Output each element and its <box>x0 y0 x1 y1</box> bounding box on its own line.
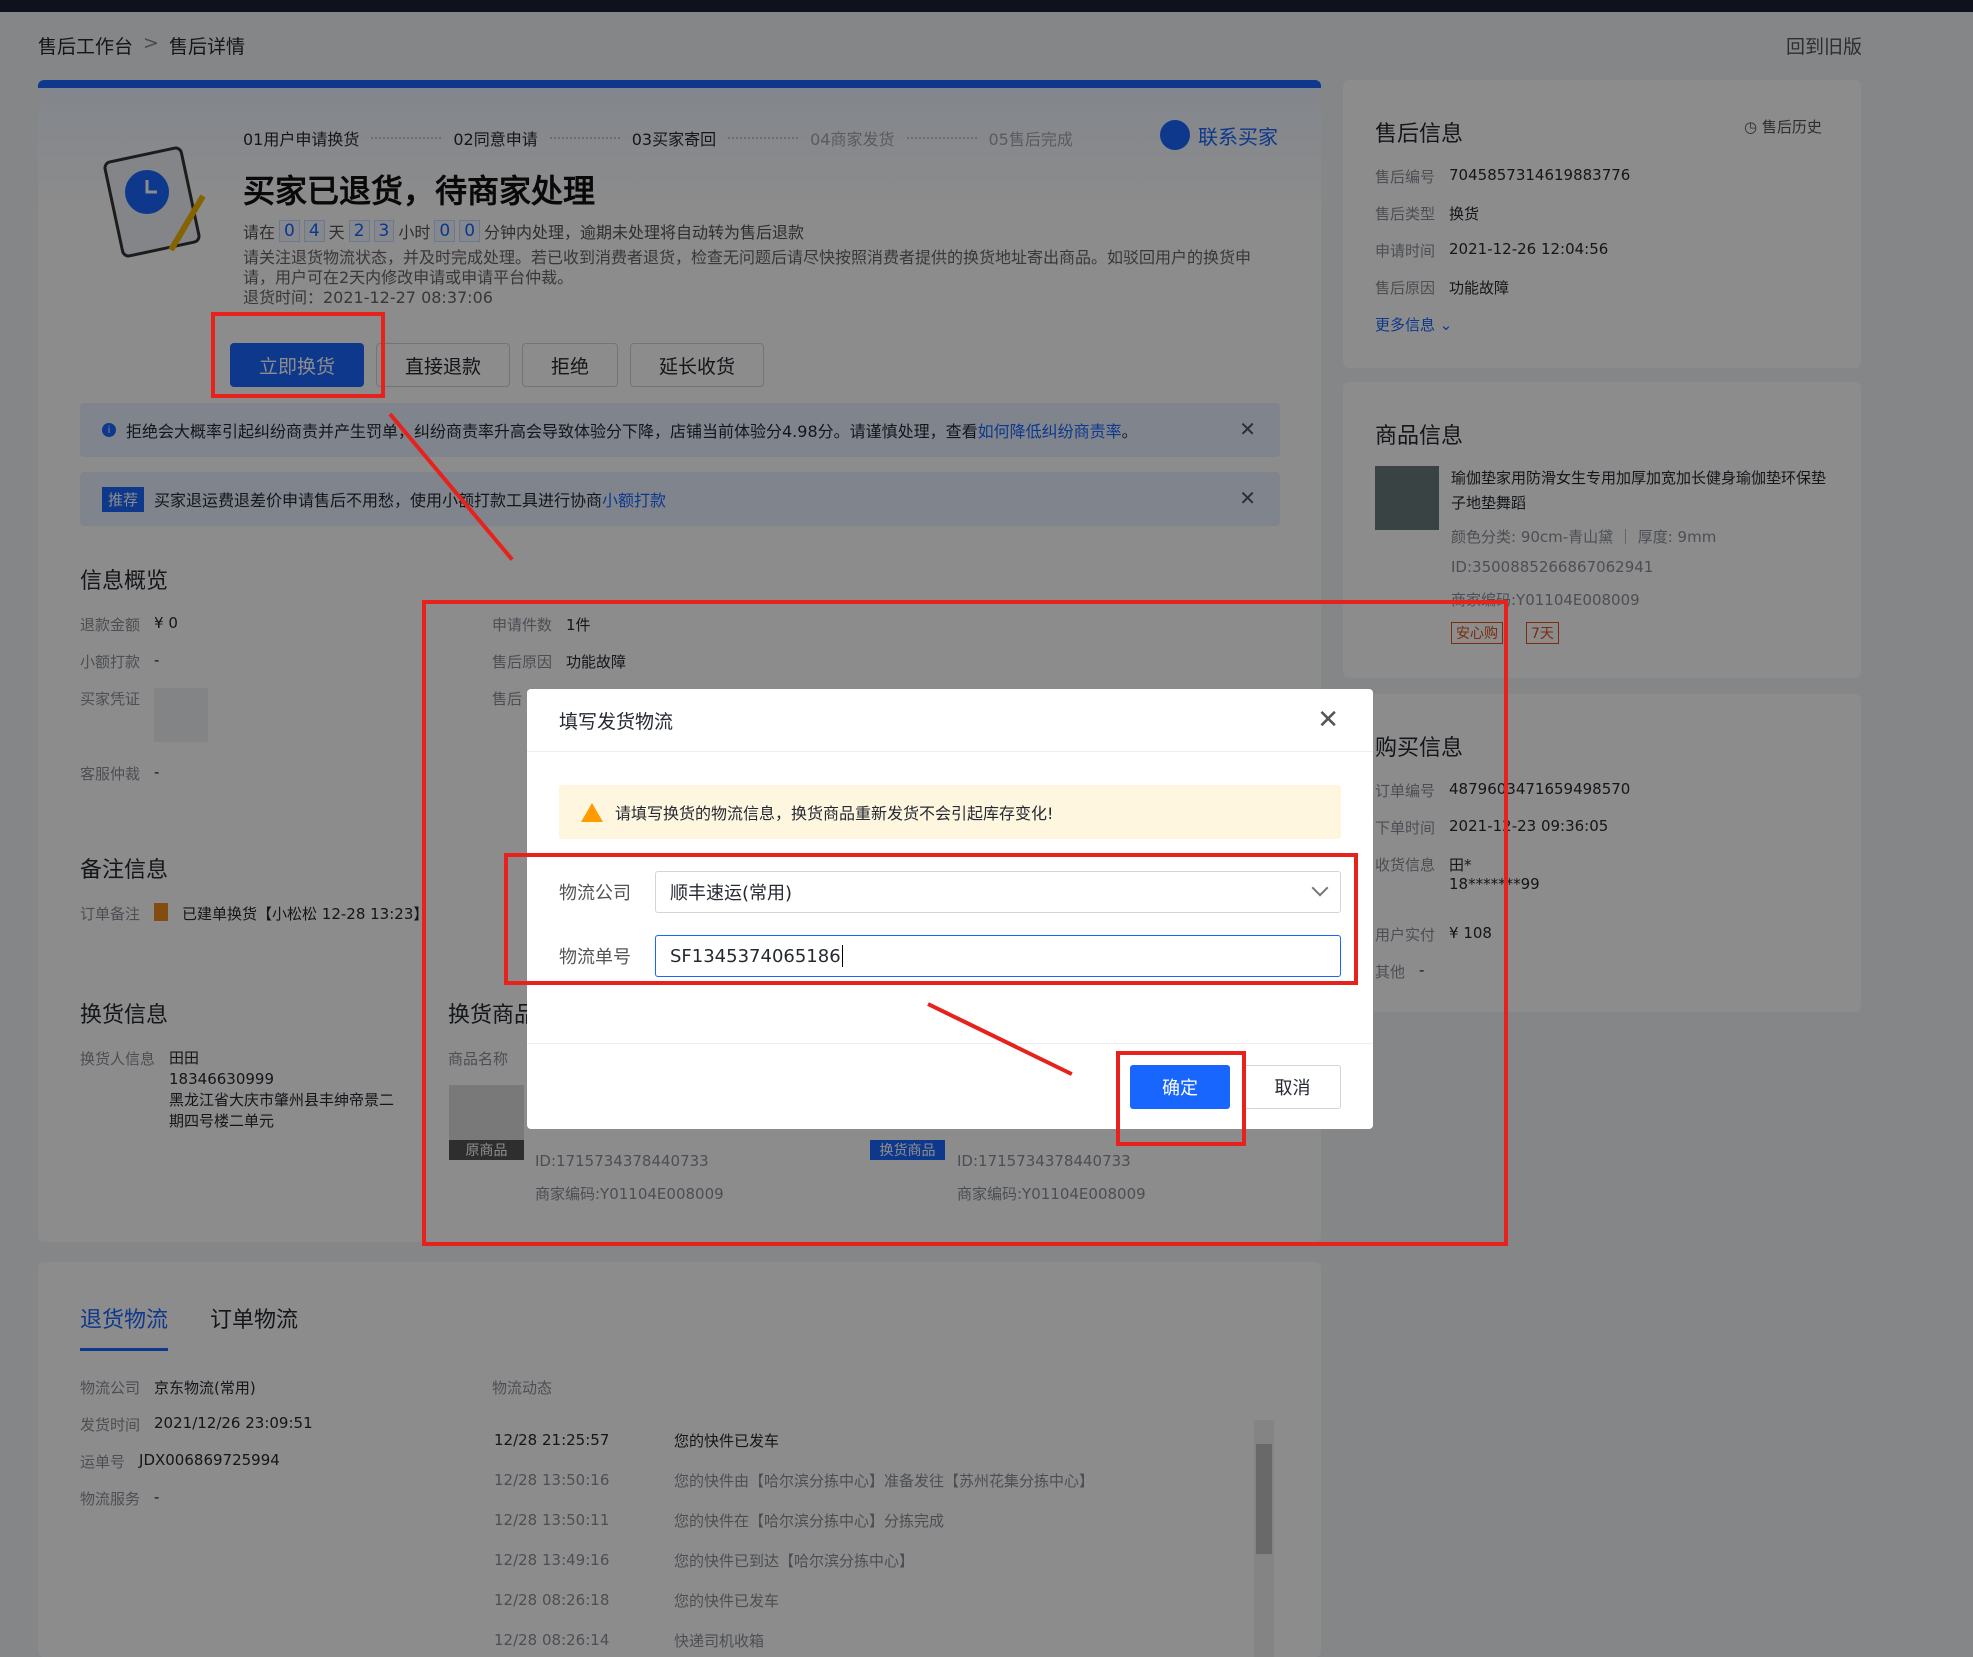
highlight-confirm-button <box>1116 1051 1246 1146</box>
highlight-exchange-button <box>211 312 385 398</box>
highlight-logistics-fields <box>504 853 1358 985</box>
